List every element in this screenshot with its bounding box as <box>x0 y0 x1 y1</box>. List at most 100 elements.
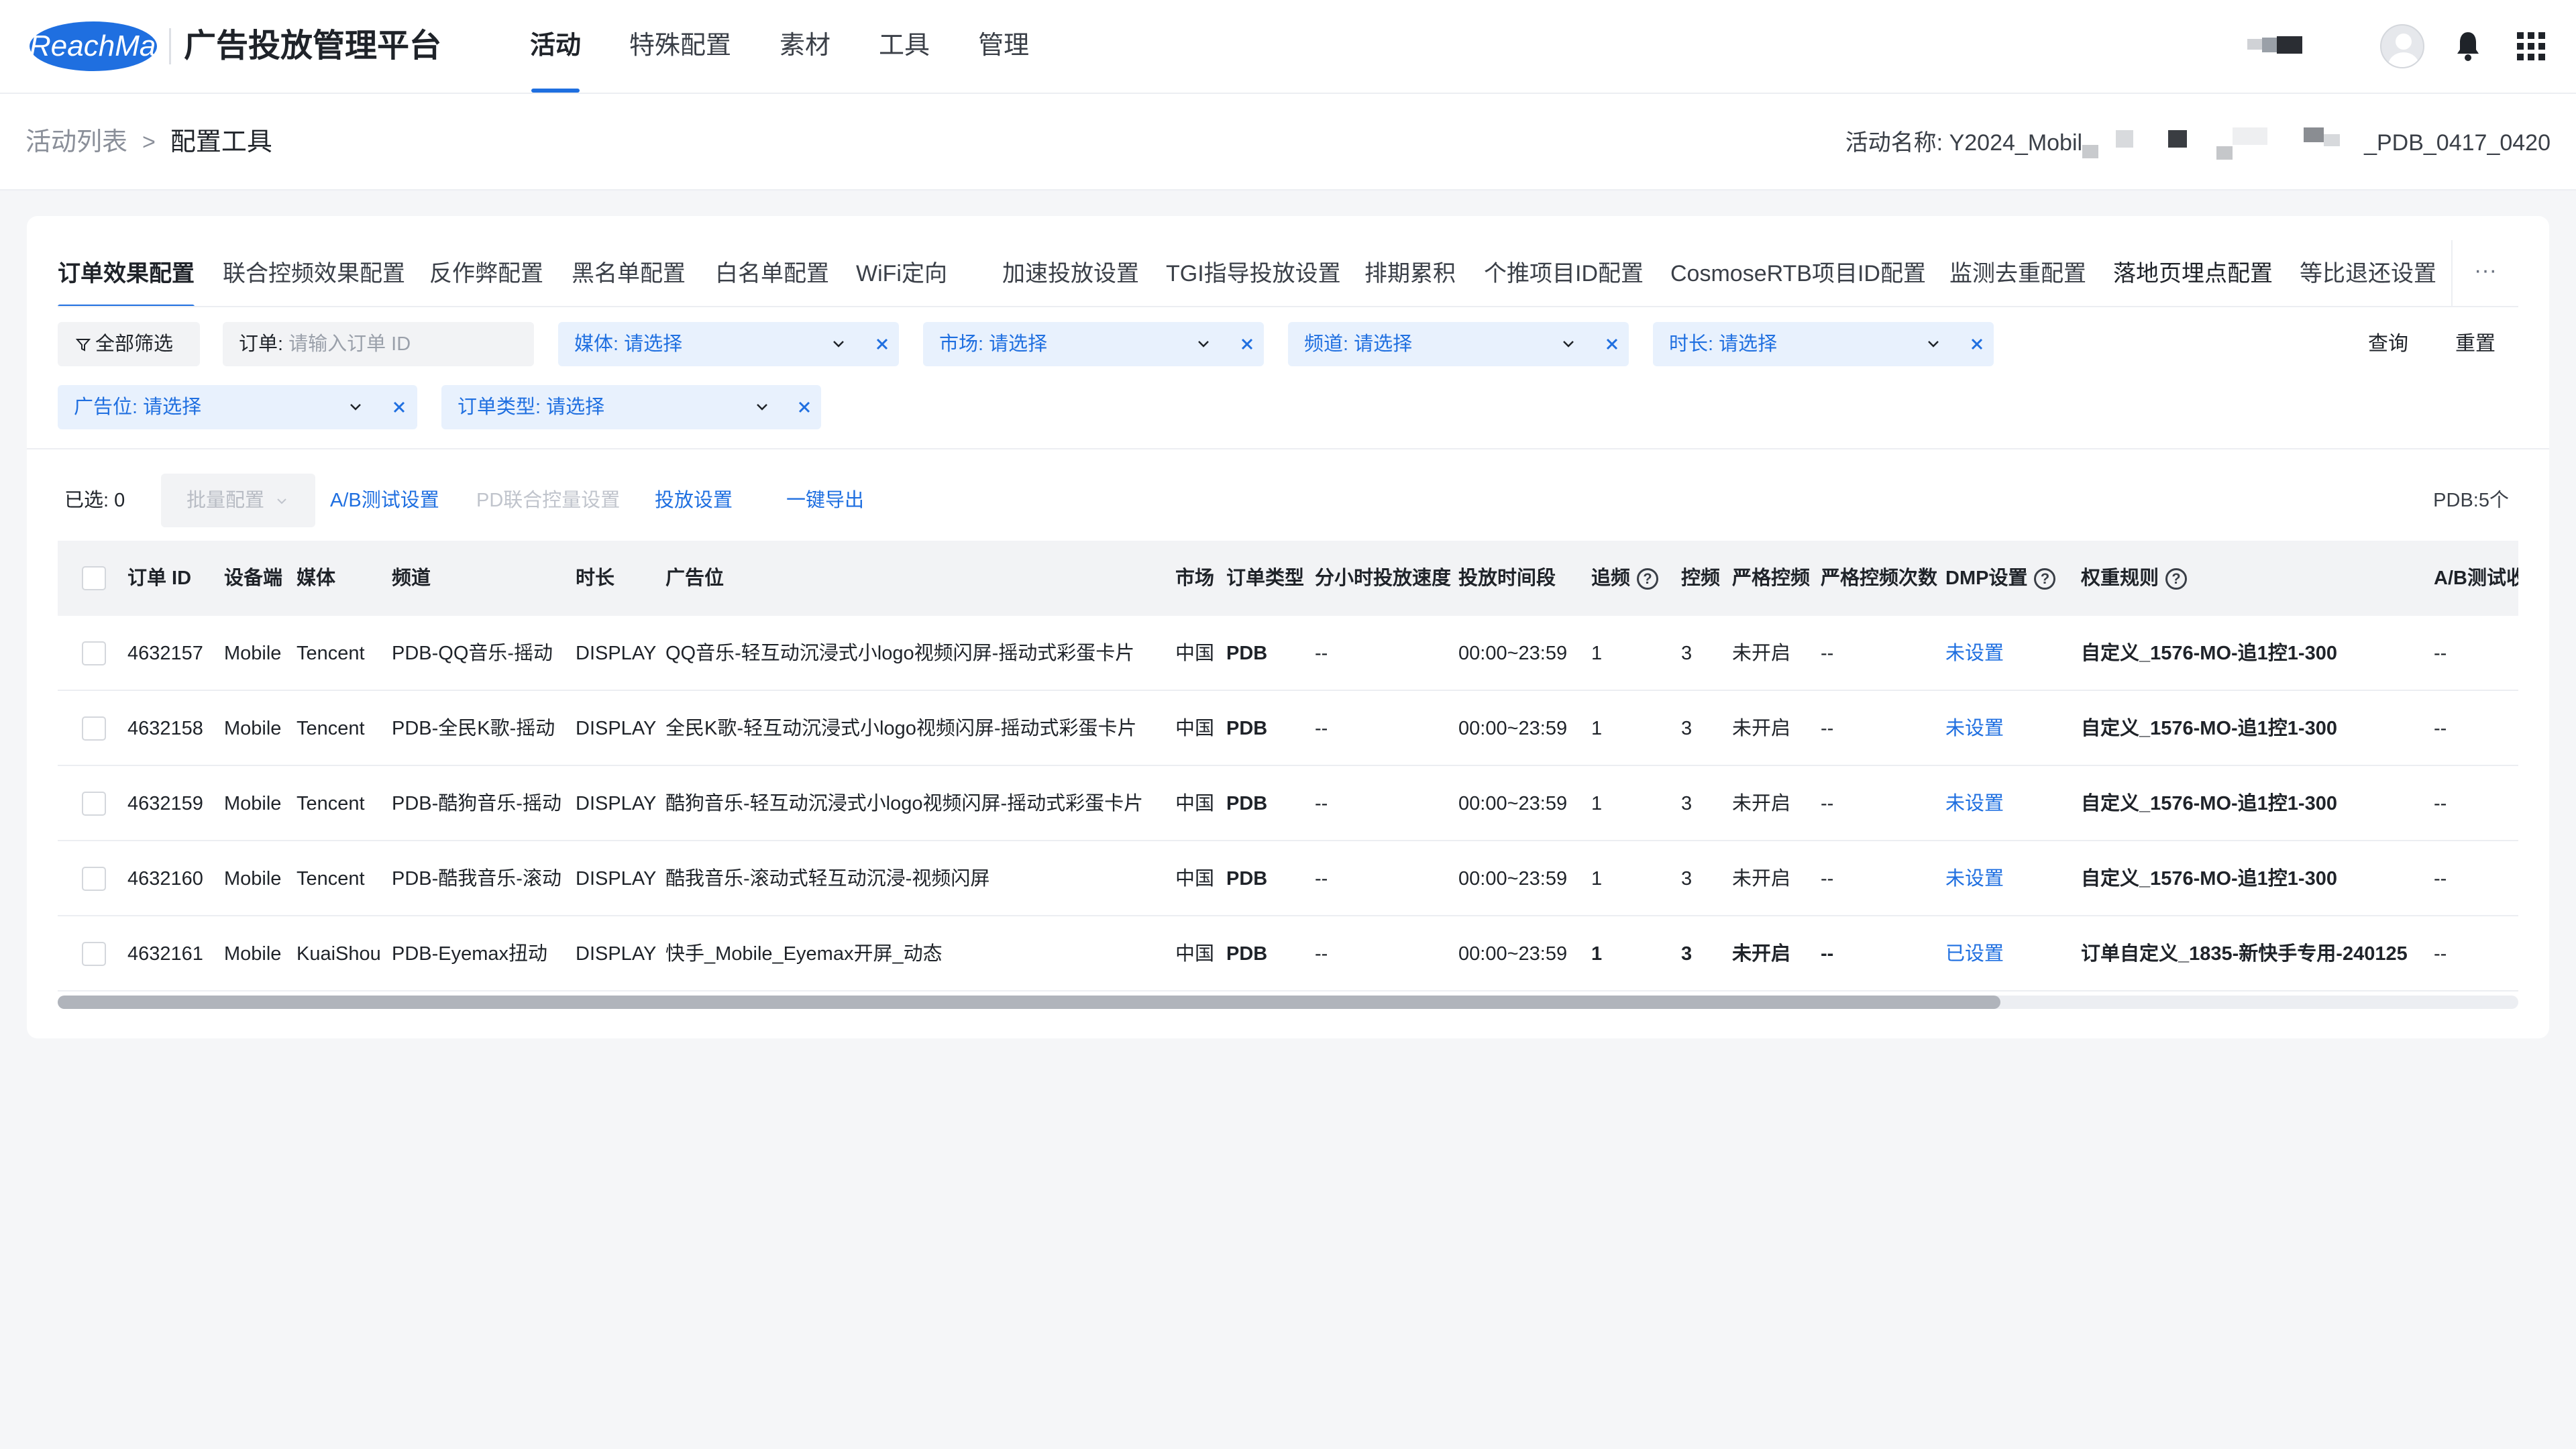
table-row[interactable]: 4632157 Mobile Tencent PDB-QQ音乐-摇动 DISPL… <box>58 616 2518 691</box>
clear-icon[interactable] <box>1602 322 1622 366</box>
ab-test-settings-link[interactable]: A/B测试设置 <box>330 474 439 527</box>
tab-landing-page-tracking[interactable]: 落地页埋点配置 <box>2113 240 2273 306</box>
tab-whitelist[interactable]: 白名单配置 <box>715 240 829 306</box>
chevron-down-icon <box>1198 341 1209 347</box>
col-control-frequency[interactable]: 控频 <box>1681 541 1720 616</box>
cell-dmp-settings-link[interactable]: 未设置 <box>1945 841 2004 916</box>
delivery-settings-link[interactable]: 投放设置 <box>655 474 733 527</box>
col-time-range[interactable]: 投放时间段 <box>1458 541 1556 616</box>
main-nav: 活动 特殊配置 素材 工具 管理 <box>530 0 1077 94</box>
tab-anti-fraud[interactable]: 反作弊配置 <box>429 240 543 306</box>
breadcrumb-parent[interactable]: 活动列表 <box>25 125 127 160</box>
media-select-value: 请选择 <box>624 333 683 355</box>
tab-dedupe-monitoring[interactable]: 监测去重配置 <box>1949 240 2086 306</box>
nav-item-material[interactable]: 素材 <box>780 0 830 94</box>
cell-strict-control-count: -- <box>1821 868 1834 890</box>
nav-item-tools[interactable]: 工具 <box>879 0 930 94</box>
all-filters-label: 全部筛选 <box>95 333 174 355</box>
tab-getui-project-id[interactable]: 个推项目ID配置 <box>1484 240 1644 306</box>
order-id-input[interactable]: 订单: 请输入订单 ID <box>223 322 534 366</box>
cell-dmp-settings-link[interactable]: 已设置 <box>1945 916 2004 991</box>
tab-joint-frequency[interactable]: 联合控频效果配置 <box>223 240 405 306</box>
cell-ab-test-volume: -- <box>2434 793 2447 814</box>
col-device[interactable]: 设备端 <box>224 541 282 616</box>
col-channel[interactable]: 频道 <box>392 541 431 616</box>
col-order-id[interactable]: 订单 ID <box>127 541 191 616</box>
help-icon[interactable]: ? <box>2034 568 2056 590</box>
tab-order-effect[interactable]: 订单效果配置 <box>58 240 195 306</box>
cell-strict-control-count: -- <box>1821 943 1834 965</box>
row-checkbox[interactable] <box>82 867 106 891</box>
cell-dmp-settings-link[interactable]: 未设置 <box>1945 691 2004 766</box>
help-icon[interactable]: ? <box>2165 568 2188 590</box>
tab-proportional-refund[interactable]: 等比退还设置 <box>2300 240 2436 306</box>
tab-blacklist[interactable]: 黑名单配置 <box>572 240 686 306</box>
cell-ad-slot: 全民K歌-轻互动沉浸式小logo视频闪屏-摇动式彩蛋卡片 <box>665 718 1137 739</box>
table-row[interactable]: 4632161 Mobile KuaiShou PDB-Eyemax扭动 DIS… <box>58 916 2518 991</box>
reset-button[interactable]: 重置 <box>2455 322 2496 366</box>
cell-dmp-settings-link[interactable]: 未设置 <box>1945 616 2004 691</box>
table-row[interactable]: 4632159 Mobile Tencent PDB-酷狗音乐-摇动 DISPL… <box>58 766 2518 841</box>
row-checkbox[interactable] <box>82 716 106 741</box>
select-all-checkbox[interactable] <box>82 566 106 590</box>
clear-icon[interactable] <box>872 322 892 366</box>
table-header: 订单 ID 设备端 媒体 频道 时长 广告位 市场 订单类型 分小时投放速度 投… <box>58 541 2518 616</box>
tabs-more-icon[interactable]: ··· <box>2451 240 2518 306</box>
col-strict-control-count[interactable]: 严格控频次数 <box>1821 541 1937 616</box>
order-type-select[interactable]: 订单类型: 请选择 <box>441 385 821 429</box>
nav-item-special-config[interactable]: 特殊配置 <box>629 0 731 94</box>
all-filters-button[interactable]: 全部筛选 <box>58 322 200 366</box>
tab-wifi-targeting[interactable]: WiFi定向 <box>856 240 947 306</box>
cell-order-type: PDB <box>1226 868 1268 890</box>
scrollbar-thumb[interactable] <box>58 996 2000 1009</box>
campaign-name-start: Y2024_Mobil <box>1949 130 2083 156</box>
clear-icon[interactable] <box>1237 322 1257 366</box>
tab-tgi-delivery[interactable]: TGI指导投放设置 <box>1166 240 1341 306</box>
cell-chase-frequency: 1 <box>1591 793 1603 814</box>
ad-slot-select[interactable]: 广告位: 请选择 <box>58 385 417 429</box>
cell-channel: PDB-Eyemax扭动 <box>392 943 548 965</box>
col-media[interactable]: 媒体 <box>297 541 335 616</box>
reachmax-logo[interactable]: ReachMax <box>30 21 170 71</box>
col-hourly-speed[interactable]: 分小时投放速度 <box>1315 541 1451 616</box>
row-checkbox[interactable] <box>82 942 106 966</box>
chevron-down-icon <box>350 404 361 411</box>
cell-media: Tencent <box>297 793 365 814</box>
duration-select[interactable]: 时长: 请选择 <box>1653 322 1994 366</box>
tab-schedule-accumulation[interactable]: 排期累积 <box>1364 240 1456 306</box>
table-row[interactable]: 4632160 Mobile Tencent PDB-酷我音乐-滚动 DISPL… <box>58 841 2518 916</box>
col-weight-rule[interactable]: 权重规则? <box>2081 541 2188 616</box>
row-checkbox[interactable] <box>82 792 106 816</box>
col-market[interactable]: 市场 <box>1175 541 1214 616</box>
export-link[interactable]: 一键导出 <box>786 474 864 527</box>
col-strict-control[interactable]: 严格控频 <box>1732 541 1810 616</box>
cell-dmp-settings-link[interactable]: 未设置 <box>1945 766 2004 841</box>
tab-accelerated-delivery[interactable]: 加速投放设置 <box>1002 240 1139 306</box>
clear-icon[interactable] <box>1967 322 1987 366</box>
channel-select[interactable]: 频道: 请选择 <box>1288 322 1629 366</box>
clear-icon[interactable] <box>389 385 409 429</box>
bell-icon[interactable] <box>2455 30 2481 62</box>
col-dmp-settings[interactable]: DMP设置? <box>1945 541 2056 616</box>
media-select[interactable]: 媒体: 请选择 <box>558 322 899 366</box>
col-ad-slot[interactable]: 广告位 <box>665 541 724 616</box>
nav-item-manage[interactable]: 管理 <box>978 0 1029 94</box>
market-select[interactable]: 市场: 请选择 <box>923 322 1264 366</box>
nav-item-activity[interactable]: 活动 <box>530 0 581 94</box>
cell-order-id: 4632157 <box>127 643 203 664</box>
row-checkbox[interactable] <box>82 641 106 665</box>
user-avatar[interactable] <box>2380 24 2424 68</box>
col-duration[interactable]: 时长 <box>576 541 614 616</box>
col-order-type[interactable]: 订单类型 <box>1226 541 1304 616</box>
apps-grid-icon[interactable] <box>2517 32 2545 60</box>
table-row[interactable]: 4632158 Mobile Tencent PDB-全民K歌-摇动 DISPL… <box>58 691 2518 766</box>
cell-chase-frequency: 1 <box>1591 643 1603 664</box>
col-ab-test-volume[interactable]: A/B测试收量 <box>2434 541 2518 616</box>
help-icon[interactable]: ? <box>1637 568 1659 590</box>
col-chase-frequency[interactable]: 追频? <box>1591 541 1659 616</box>
horizontal-scrollbar[interactable] <box>58 996 2518 1009</box>
tab-cosmose-rtb[interactable]: CosmoseRTB项目ID配置 <box>1670 240 1926 306</box>
query-button[interactable]: 查询 <box>2368 322 2408 366</box>
clear-icon[interactable] <box>794 385 814 429</box>
cell-duration: DISPLAY <box>576 718 657 739</box>
